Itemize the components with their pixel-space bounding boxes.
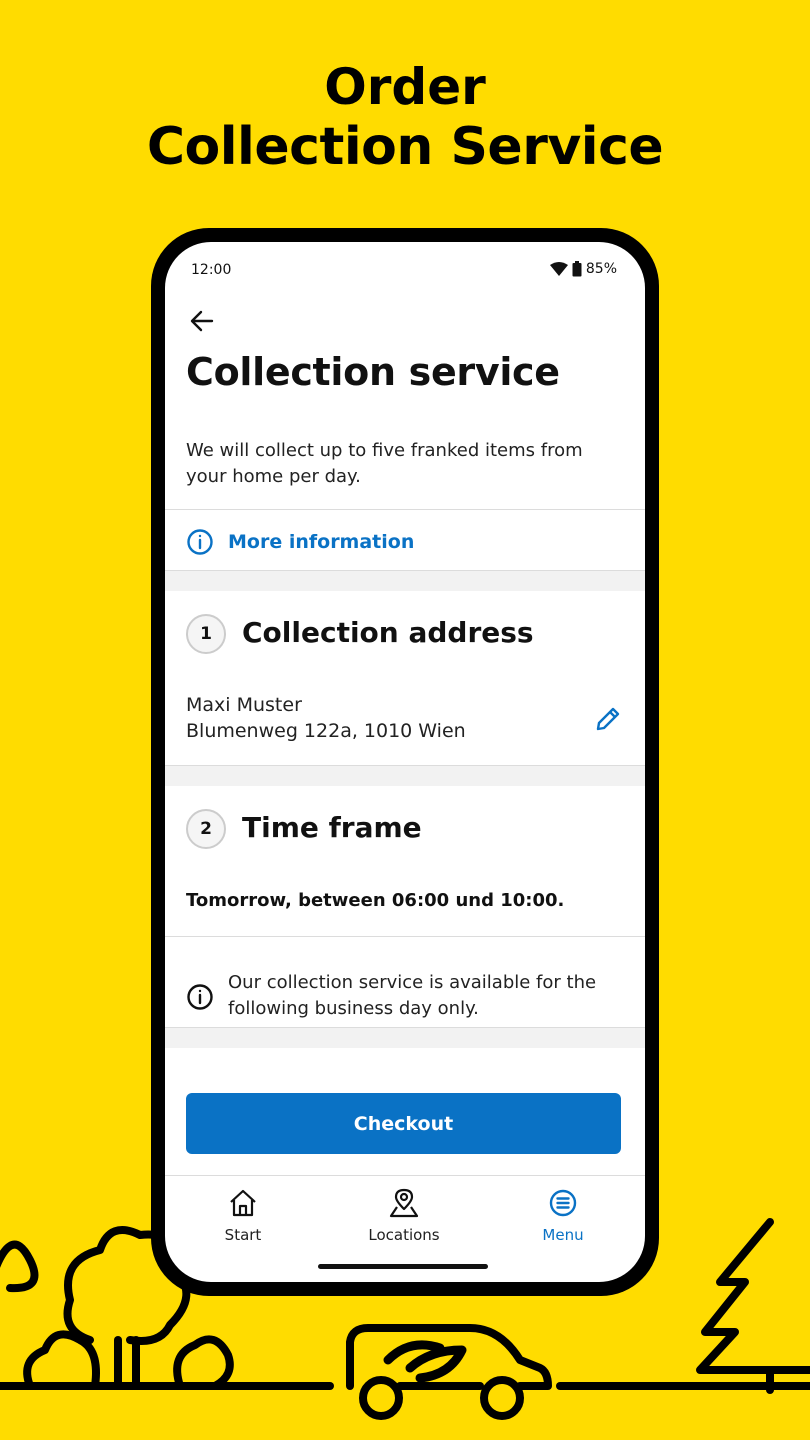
wifi-icon [549,262,568,276]
page-title: Collection service [186,350,560,394]
notice-text: Our collection service is available for … [228,972,597,1019]
step-number-2: 2 [186,809,226,849]
battery-icon [572,261,582,277]
home-icon [230,1189,256,1217]
app-screen: 12:00 85% Collection service We will col… [165,242,645,1282]
hero-heading: Order Collection Service [0,58,810,177]
time-frame-notice: Our collection service is available for … [186,970,626,1022]
status-right: 85% [549,261,617,277]
nav-item-start[interactable]: Start [193,1186,293,1244]
phone-frame: 12:00 85% Collection service We will col… [151,228,659,1296]
info-circle-icon [187,984,213,1010]
section-gap [165,1028,645,1048]
address-street: Blumenweg 122a, 1010 Wien [186,720,466,742]
status-bar: 12:00 85% [165,242,645,298]
time-frame-value: Tomorrow, between 06:00 und 10:00. [186,890,565,911]
battery-percent: 85% [585,261,617,277]
section-title-time-frame: Time frame [242,811,422,844]
nav-label-menu: Menu [542,1226,584,1244]
checkout-button[interactable]: Checkout [186,1093,621,1154]
pencil-icon[interactable] [593,704,623,734]
address-name: Maxi Muster [186,694,302,716]
address-block: Maxi Muster Blumenweg 122a, 1010 Wien [186,692,466,744]
more-information-label: More information [228,531,415,553]
status-time: 12:00 [191,262,232,278]
nav-label-start: Start [224,1226,262,1244]
menu-icon [549,1189,577,1217]
nav-item-menu[interactable]: Menu [513,1186,613,1244]
arrow-left-icon[interactable] [187,306,217,336]
section-gap [165,766,645,786]
divider [165,936,645,937]
nav-item-locations[interactable]: Locations [354,1186,454,1244]
step-number-1: 1 [186,614,226,654]
section-title-collection-address: Collection address [242,616,534,649]
home-indicator[interactable] [318,1264,488,1269]
hero-line-2: Collection Service [146,116,664,177]
info-circle-icon [187,529,213,555]
nav-label-locations: Locations [368,1226,440,1244]
hero-line-1: Order [324,58,486,116]
section-gap [165,571,645,591]
divider [165,509,645,510]
map-pin-icon [389,1188,419,1218]
more-information-link[interactable]: More information [186,524,414,560]
intro-text: We will collect up to five franked items… [186,440,583,487]
